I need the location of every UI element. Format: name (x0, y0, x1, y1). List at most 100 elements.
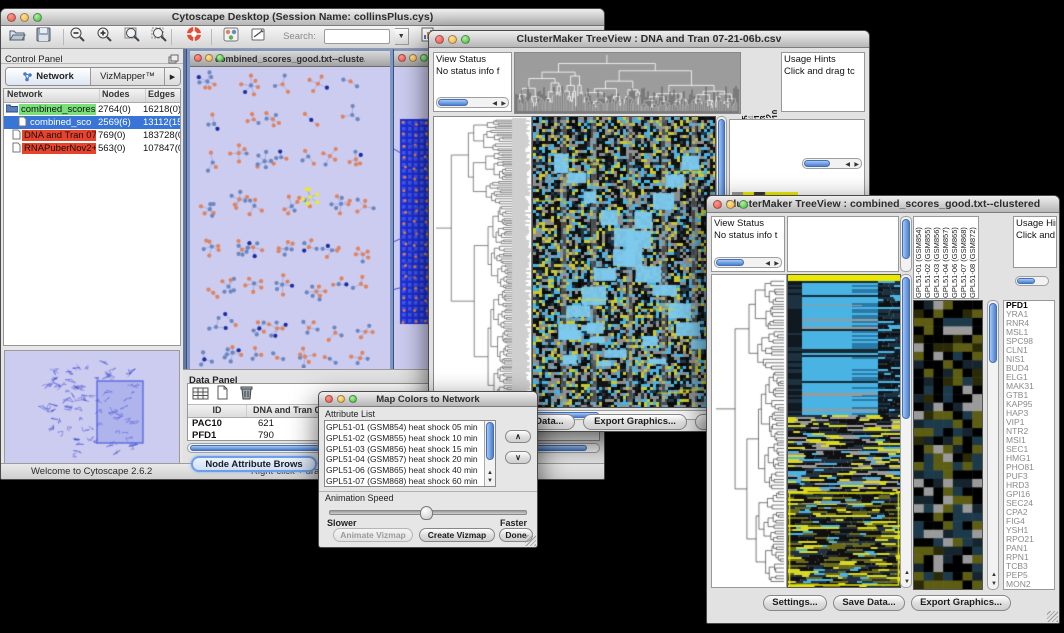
frame1-minimize-button[interactable] (205, 54, 213, 62)
frame1-titlebar[interactable]: combined_scores_good.txt--cluste... (190, 51, 390, 67)
move-attribute-up-button[interactable]: ∧ (505, 430, 531, 443)
tab-vizmapper[interactable]: VizMapper™ (91, 68, 165, 85)
frame2-close-button[interactable] (398, 54, 406, 62)
tv2-heatmap-vscroll[interactable]: ▲▼ (900, 274, 912, 588)
frame1-close-button[interactable] (194, 54, 202, 62)
attribute-item[interactable]: GPL51-01 (GSM854) heat shock 05 min (326, 422, 483, 433)
attribute-item[interactable]: GPL51-02 (GSM855) heat shock 10 min (326, 433, 483, 444)
tv2-column-tree-panel[interactable] (787, 216, 899, 272)
tv2-export-graphics-button[interactable]: Export Graphics... (911, 595, 1011, 611)
column-header-network[interactable]: Network (4, 89, 100, 102)
tv2-column-label[interactable]: GPL51-04 (GSM857) (941, 218, 950, 298)
column-header-edges[interactable]: Edges (146, 89, 180, 102)
animation-speed-slider[interactable] (329, 510, 527, 515)
column-header-nodes[interactable]: Nodes (100, 89, 146, 102)
frame2-zoom-button[interactable] (420, 54, 428, 62)
network-row[interactable]: DNA and Tran 07769(0)183728(0) (4, 129, 180, 142)
tv1-status-hscroll[interactable]: ◀▶ (436, 97, 509, 108)
file-icon (4, 116, 28, 129)
open-session-icon[interactable] (9, 27, 26, 47)
treeview2-minimize-button[interactable] (726, 200, 735, 209)
tv2-column-vscroll[interactable] (900, 216, 912, 272)
zoom-selected-icon[interactable] (151, 26, 168, 47)
network-row[interactable]: RNAPuberNov2+1563(0)107847(0) (4, 142, 180, 155)
tv2-detail-heatmap-canvas[interactable] (913, 300, 983, 590)
animate-vizmap-button[interactable]: Animate Vizmap (333, 528, 413, 542)
map-dialog-titlebar[interactable]: Map Colors to Network (319, 392, 537, 407)
tv2-column-label[interactable]: GPL51-07 (GSM868) (959, 218, 968, 298)
network-view-canvas[interactable] (190, 67, 384, 368)
attribute-item[interactable]: GPL51-07 (GSM868) heat shock 60 min (326, 476, 483, 487)
tv2-heatmap-canvas[interactable] (787, 274, 901, 588)
tv2-status-hscroll[interactable]: ◀▶ (714, 257, 782, 268)
tv1-usage-hints-title: Usage Hints (782, 53, 864, 65)
tv1-zoom-hscroll[interactable]: ◀▶ (802, 158, 862, 169)
tv2-settings-button[interactable]: Settings... (763, 595, 827, 611)
cytoscape-titlebar[interactable]: Cytoscape Desktop (Session Name: collins… (1, 9, 604, 26)
create-vizmap-button[interactable]: Create Vizmap (419, 528, 495, 542)
attribute-list-label: Attribute List (325, 409, 375, 419)
dialog-minimize-button[interactable] (337, 395, 345, 403)
tv2-usage-hscroll[interactable] (1015, 276, 1049, 286)
dialog-close-button[interactable] (325, 395, 333, 403)
tv1-heatmap-canvas[interactable] (532, 116, 716, 408)
save-session-icon[interactable] (36, 27, 51, 47)
treeview2-close-button[interactable] (713, 200, 722, 209)
tv2-save-data-button[interactable]: Save Data... (833, 595, 905, 611)
treeview1-close-button[interactable] (435, 35, 444, 44)
treeview1-minimize-button[interactable] (448, 35, 457, 44)
tv2-column-label[interactable]: GPL51-03 (GSM856) (932, 218, 941, 298)
node-attribute-browser-button[interactable]: Node Attribute Brows (191, 456, 317, 472)
minimize-button[interactable] (20, 13, 29, 22)
treeview2-titlebar[interactable]: ClusterMaker TreeView : combined_scores_… (707, 196, 1059, 213)
tv1-column-dendrogram-canvas[interactable] (514, 52, 741, 114)
tv2-gene-label[interactable]: MON2 (1004, 580, 1054, 589)
tv2-view-status-panel: View Status No status info t ◀▶ (711, 216, 785, 272)
frame1-zoom-button[interactable] (216, 54, 224, 62)
tv1-export-graphics-button[interactable]: Export Graphics... (583, 414, 687, 430)
tv2-column-label[interactable]: GPL51-06 (GSM865) (950, 218, 959, 298)
attribute-list-vscroll[interactable]: ▲▼ (484, 421, 495, 486)
annotation-icon[interactable] (250, 27, 266, 47)
tv2-column-label[interactable]: GPL51-08 (GSM872) (968, 218, 977, 298)
treeview2-zoom-button[interactable] (739, 200, 748, 209)
birdseye-view-canvas[interactable] (4, 350, 180, 464)
network-nodes: 2764(0) (96, 104, 141, 115)
zoom-button[interactable] (33, 13, 42, 22)
dialog-resize-grip[interactable] (525, 535, 536, 546)
attribute-item[interactable]: GPL51-04 (GSM857) heat shock 20 min (326, 454, 483, 465)
tab-network[interactable]: Network (6, 68, 91, 85)
tv2-column-label[interactable]: GPL51-02 (GSM855) (923, 218, 932, 298)
network-name-cell: RNAPuberNov2+1 (4, 142, 96, 155)
network-row[interactable]: combined_sco2569(6)13112(15) (4, 116, 180, 129)
dialog-zoom-button[interactable] (349, 395, 357, 403)
network-row[interactable]: combined_scores2764(0)16218(0) (4, 103, 180, 116)
tv2-resize-grip[interactable] (1047, 611, 1058, 622)
close-button[interactable] (7, 13, 16, 22)
delete-attribute-icon[interactable] (240, 385, 253, 405)
tv2-row-dendrogram-canvas[interactable] (711, 274, 787, 588)
zoom-out-icon[interactable] (69, 26, 86, 47)
tv1-row-dendrogram-canvas[interactable] (433, 116, 532, 408)
slider-thumb[interactable] (420, 506, 433, 520)
help-lifesaver-icon[interactable] (186, 26, 202, 47)
move-attribute-down-button[interactable]: ∨ (505, 451, 531, 464)
search-input[interactable] (324, 29, 390, 44)
attribute-select-icon[interactable] (192, 386, 209, 406)
zoom-fit-icon[interactable] (124, 26, 141, 47)
treeview1-title: ClusterMaker TreeView : DNA and Tran 07-… (517, 33, 782, 45)
attribute-item[interactable]: GPL51-06 (GSM865) heat shock 40 min (326, 465, 483, 476)
search-dropdown-arrow[interactable]: ▼ (395, 28, 409, 45)
zoom-in-icon[interactable] (96, 26, 113, 47)
attribute-item[interactable]: GPL51-03 (GSM856) heat shock 15 min (326, 444, 483, 455)
treeview1-zoom-button[interactable] (461, 35, 470, 44)
data-column-id[interactable]: ID (188, 405, 247, 417)
treeview1-titlebar[interactable]: ClusterMaker TreeView : DNA and Tran 07-… (429, 31, 869, 48)
vizmap-nodes-icon[interactable] (223, 27, 239, 47)
tv2-column-label[interactable]: GPL51-01 (GSM854) (914, 218, 923, 298)
slider-slower-label: Slower (327, 518, 357, 528)
tv2-gene-vscroll[interactable]: ▲▼ (987, 300, 999, 590)
new-attribute-icon[interactable] (216, 385, 229, 405)
tab-overflow-arrow[interactable]: ▶ (165, 68, 180, 85)
frame2-minimize-button[interactable] (409, 54, 417, 62)
